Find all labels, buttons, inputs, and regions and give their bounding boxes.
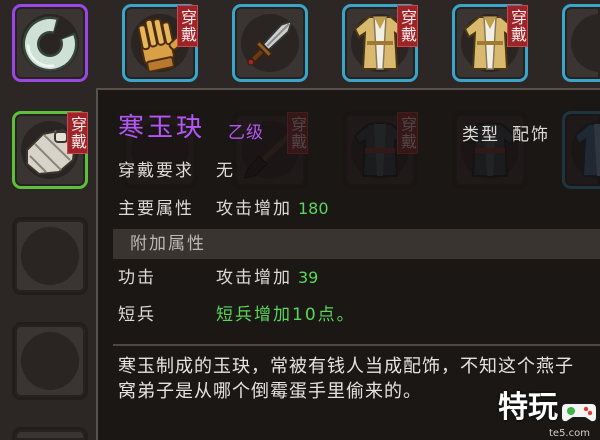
item-type-label: 类型 xyxy=(462,125,500,145)
extra-attribute-text: 攻击增加 xyxy=(216,268,292,288)
inventory-slot-empty[interactable] xyxy=(562,4,600,82)
inventory-slot-robe[interactable]: 穿戴 xyxy=(342,4,418,82)
tooltip-divider xyxy=(113,344,600,346)
inventory-slot-bandage[interactable]: 穿戴 xyxy=(12,111,88,189)
slot-well xyxy=(21,332,79,390)
equipped-tag: 穿戴 xyxy=(177,5,198,47)
item-type-value: 配饰 xyxy=(512,125,550,145)
watermark-site: te5.com xyxy=(549,428,590,439)
inventory-slot-robe[interactable]: 穿戴 xyxy=(452,4,528,82)
item-grade: 乙级 xyxy=(228,123,264,143)
item-name: 寒玉玦 xyxy=(118,113,206,143)
extra-attribute-text: 短兵增加10点。 xyxy=(216,305,356,325)
slot-well xyxy=(571,14,600,72)
main-attribute-label: 主要属性 xyxy=(118,199,194,219)
inventory-slot-jade-ring[interactable] xyxy=(12,4,88,82)
inventory-slot-empty[interactable] xyxy=(12,322,88,400)
extra-attributes-header: 附加属性 xyxy=(113,229,600,259)
main-attribute-amount: 180 xyxy=(298,199,329,218)
equipped-tag: 穿戴 xyxy=(397,5,418,47)
main-attribute-value: 攻击增加 180 xyxy=(216,198,329,220)
inventory-slot-gloves[interactable]: 穿戴 xyxy=(122,4,198,82)
item-description-line: 寒玉制成的玉玦，常被有钱人当成配饰，不知这个燕子 xyxy=(118,356,574,377)
inventory-slot-empty[interactable] xyxy=(12,427,88,440)
extra-attribute-amount: 39 xyxy=(298,268,319,287)
jade-ring-icon xyxy=(22,16,78,72)
equipped-tag: 穿戴 xyxy=(67,112,88,154)
requirement-value: 无 xyxy=(216,161,235,181)
item-description-line: 窝弟子是从哪个倒霉蛋手里偷来的。 xyxy=(118,381,422,402)
watermark-brand: 特玩 xyxy=(498,390,558,425)
main-attribute-text: 攻击增加 xyxy=(216,199,292,219)
inventory-screen: 穿戴 穿戴 穿戴 穿戴 寒玉玦 乙级 类型 配饰 穿戴要求 无 主要属性 攻击增… xyxy=(0,0,600,440)
extra-attribute-label: 功击 xyxy=(118,268,156,288)
requirement-label: 穿戴要求 xyxy=(118,161,194,181)
extra-attribute-label: 短兵 xyxy=(118,305,156,325)
dagger-icon xyxy=(247,19,294,66)
extra-attributes-title: 附加属性 xyxy=(130,234,206,254)
item-tooltip: 寒玉玦 乙级 类型 配饰 穿戴要求 无 主要属性 攻击增加 180 附加属性 功击… xyxy=(96,88,600,440)
extra-attribute-value: 攻击增加 39 xyxy=(216,267,318,289)
inventory-slot-dagger[interactable] xyxy=(232,4,308,82)
equipped-tag: 穿戴 xyxy=(507,5,528,47)
inventory-slot-empty[interactable] xyxy=(12,217,88,295)
gamepad-icon xyxy=(560,402,598,424)
slot-well xyxy=(21,227,79,285)
